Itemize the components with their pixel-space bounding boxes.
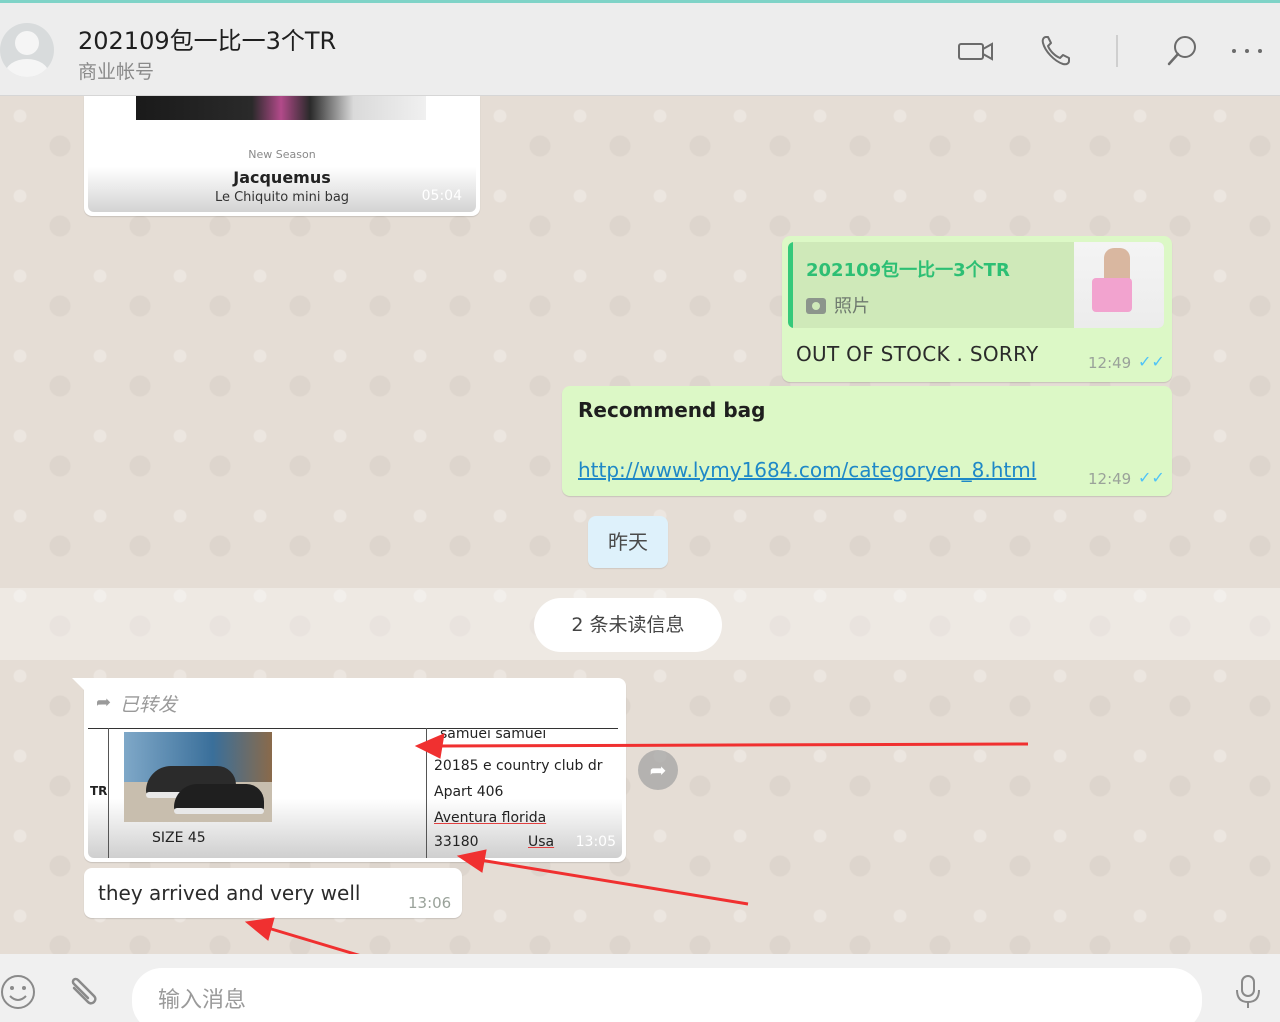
search-icon[interactable] (1162, 31, 1202, 71)
attach-icon[interactable] (64, 970, 104, 1010)
shoe-size: SIZE 45 (152, 830, 206, 846)
address-line-2: Apart 406 (434, 784, 504, 800)
message-time: 12:49 (1088, 470, 1132, 488)
chat-subtitle: 商业帐号 (78, 61, 155, 83)
incoming-text-message[interactable]: they arrived and very well 13:06 (84, 868, 462, 918)
quote-type-label: 照片 (834, 296, 870, 317)
microphone-icon[interactable] (1228, 970, 1268, 1010)
incoming-forwarded-message[interactable]: ➦ 已转发 TR SIZE 45 samuel samuel 20185 e c… (72, 678, 626, 862)
message-time: 13:05 (575, 834, 616, 850)
address-line-1: 20185 e country club dr (434, 758, 603, 774)
date-separator: 昨天 (588, 516, 668, 568)
forwarded-image[interactable]: TR SIZE 45 samuel samuel 20185 e country… (88, 726, 622, 858)
read-ticks-icon: ✓✓ (1138, 352, 1165, 371)
message-input[interactable] (132, 968, 1202, 1022)
doc-rule (108, 728, 109, 858)
message-text: OUT OF STOCK . SORRY (796, 342, 1039, 366)
doc-rule (88, 728, 618, 729)
emoji-icon[interactable] (0, 970, 40, 1010)
message-title: Recommend bag (578, 398, 766, 422)
address-country: Usa (528, 834, 555, 850)
doc-rule (426, 728, 427, 858)
address-name: samuel samuel (440, 730, 547, 740)
shoe-sole (174, 808, 264, 814)
quote-thumbnail (1074, 242, 1164, 328)
message-link[interactable]: http://www.lymy1684.com/categoryen_8.htm… (578, 458, 1036, 482)
unread-count-badge: 2 条未读信息 (534, 598, 722, 652)
chat-header: 202109包一比一3个TR 商业帐号 (0, 0, 1280, 96)
address-line-3: Aventura florida (434, 810, 547, 826)
quote-bar (788, 242, 793, 328)
doc-tr-label: TR (90, 784, 108, 798)
thumbnail-bag (1092, 278, 1132, 312)
quoted-message[interactable]: 202109包一比一3个TR 照片 (788, 242, 1164, 328)
header-separator (1116, 35, 1118, 67)
quote-type: 照片 (806, 292, 870, 318)
incoming-image-message[interactable]: New Season Jacquemus Le Chiquito mini ba… (84, 96, 480, 216)
chat-title[interactable]: 202109包一比一3个TR (78, 21, 336, 56)
image-caption-area: New Season Jacquemus Le Chiquito mini ba… (88, 136, 476, 212)
outgoing-reply-message[interactable]: 202109包一比一3个TR 照片 OUT OF STOCK . SORRY 1… (782, 236, 1172, 382)
quote-author: 202109包一比一3个TR (806, 260, 1010, 281)
camera-icon (806, 298, 826, 314)
message-photo[interactable] (136, 96, 426, 120)
forward-icon: ➦ (96, 692, 112, 713)
more-options-icon[interactable] (1228, 31, 1268, 71)
outgoing-recommend-message[interactable]: Recommend bag http://www.lymy1684.com/ca… (562, 386, 1172, 496)
read-ticks-icon: ✓✓ (1138, 468, 1165, 487)
video-call-icon[interactable] (956, 31, 996, 71)
message-time: 13:06 (408, 894, 452, 912)
message-time: 05:04 (421, 188, 462, 204)
address-zip: 33180 (434, 834, 479, 850)
forward-share-button[interactable]: ➦ (638, 750, 678, 790)
phone-icon[interactable] (1036, 31, 1076, 71)
message-text: they arrived and very well (98, 881, 361, 905)
caption-season: New Season (248, 148, 316, 161)
caption-brand: Jacquemus (233, 168, 331, 187)
shoe-photo (124, 732, 272, 822)
message-time: 12:49 (1088, 354, 1132, 372)
avatar[interactable] (0, 23, 54, 77)
message-composer (0, 954, 1280, 1022)
caption-product: Le Chiquito mini bag (214, 190, 350, 205)
forwarded-label: 已转发 (120, 694, 178, 716)
